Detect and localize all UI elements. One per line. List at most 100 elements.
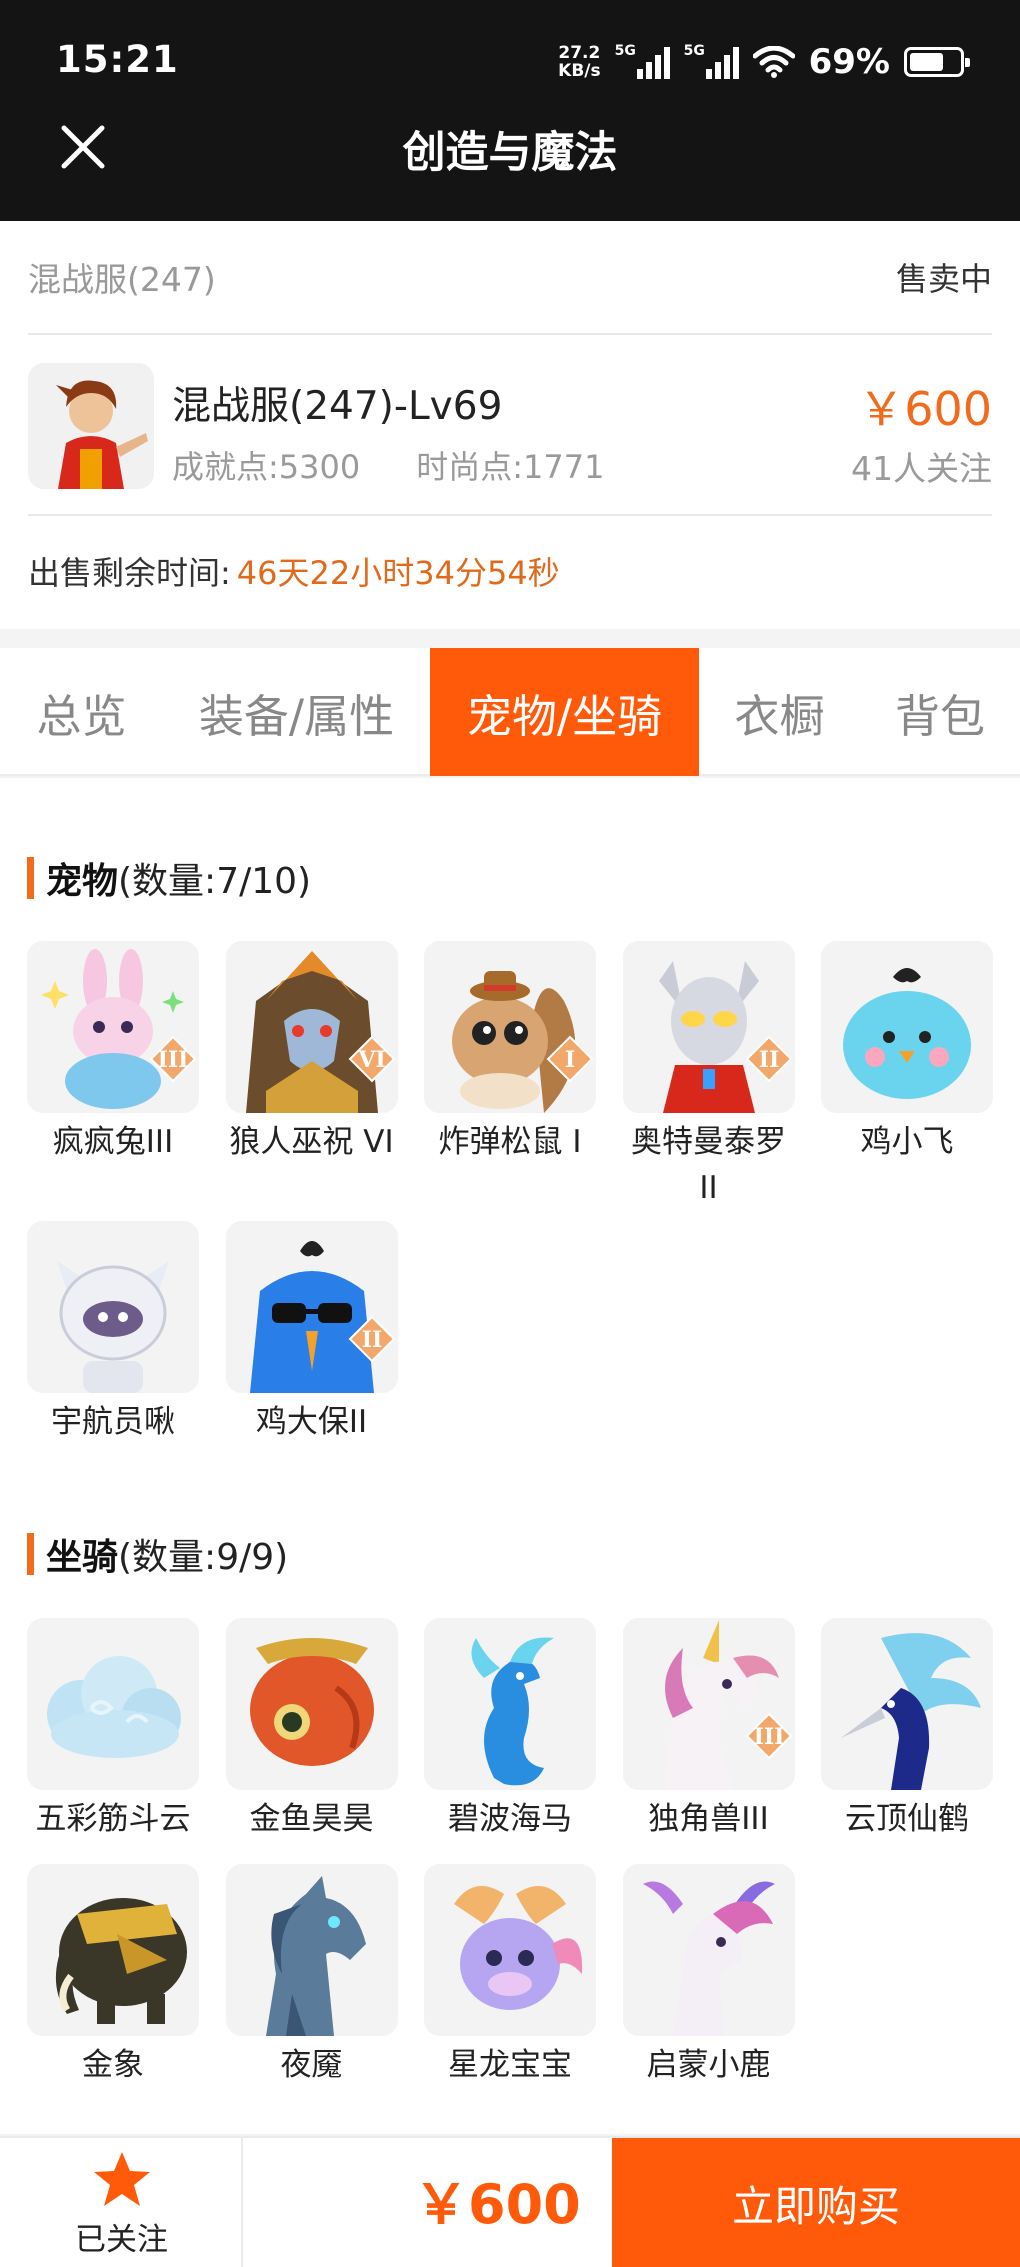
tab-backpack[interactable]: 背包 xyxy=(860,648,1020,776)
top-bar: 15:21 27.2 KB/s 5G 5G 69% 创造与魔法 xyxy=(0,0,1020,221)
tab-pets-mounts[interactable]: 宠物/坐骑 xyxy=(430,648,699,776)
mount-item[interactable]: 星龙宝宝 xyxy=(424,1864,596,2088)
pet-item[interactable]: I 炸弹松鼠 I xyxy=(424,941,596,1211)
mount-item[interactable]: 夜魇 xyxy=(225,1864,398,2088)
squirrel-icon: I xyxy=(424,941,596,1113)
pet-item[interactable]: 鸡小飞 xyxy=(821,941,993,1211)
item-name: 狼人巫祝 VI xyxy=(229,1124,394,1160)
nightmare-horse-icon xyxy=(225,1864,398,2036)
mount-item[interactable]: III 独角兽III xyxy=(622,1618,795,1842)
timer-label: 出售剩余时间: xyxy=(28,554,231,592)
unicorn-icon: III xyxy=(622,1618,795,1790)
chick-icon xyxy=(821,941,993,1113)
item-name: 金象 xyxy=(82,2047,144,2083)
mount-item[interactable]: 云顶仙鹤 xyxy=(821,1618,993,1842)
pets-grid: III 疯疯兔III VI 狼人巫祝 VI I 炸弹松鼠 I II 奥特曼泰罗II 鸡小飞 宇航员… xyxy=(27,941,993,1445)
item-name: 鸡大保II xyxy=(255,1404,368,1440)
character-row[interactable]: 混战服(247)-Lv69 成就点:5300 时尚点:1771 ￥600 41人… xyxy=(28,335,992,516)
pet-item[interactable]: III 疯疯兔III xyxy=(27,941,199,1211)
star-icon xyxy=(94,2152,150,2206)
follow-button[interactable]: 已关注 xyxy=(0,2138,243,2267)
pets-count: (数量:7/10) xyxy=(118,861,312,902)
crane-icon xyxy=(821,1618,993,1790)
status-icons: 27.2 KB/s 5G 5G 69% xyxy=(558,40,970,84)
item-name: 云顶仙鹤 xyxy=(845,1801,969,1837)
svg-text:II: II xyxy=(758,1047,779,1073)
tab-bar: 总览 装备/属性 宠物/坐骑 衣橱 背包 xyxy=(0,648,1020,776)
item-name: 启蒙小鹿 xyxy=(646,2047,771,2083)
seahorse-icon xyxy=(424,1618,596,1790)
item-name: 碧波海马 xyxy=(448,1801,572,1837)
signal-icon: 5G xyxy=(615,43,670,79)
listing-price: ￥600 xyxy=(858,382,992,436)
signal-icon: 5G xyxy=(684,43,739,79)
listing-info: 混战服(247) 售卖中 混战服(247)-Lv69 成就点:5300 时尚点:… xyxy=(0,221,1020,629)
page-title: 创造与魔法 xyxy=(402,128,618,178)
bottom-price: ￥600 xyxy=(414,2173,581,2236)
item-name: 鸡小飞 xyxy=(860,1124,954,1160)
sale-status: 售卖中 xyxy=(895,260,992,298)
item-name: 奥特曼泰罗II xyxy=(631,1124,786,1206)
pet-item[interactable]: VI 狼人巫祝 VI xyxy=(225,941,398,1211)
fashion-points: 时尚点:1771 xyxy=(416,448,605,486)
chicken-icon: II xyxy=(225,1221,398,1393)
mounts-grid: 五彩筋斗云 金鱼昊昊 碧波海马 III 独角兽III 云顶仙鹤金象 夜魇 星龙宝宝 启蒙小鹿 xyxy=(27,1618,993,2088)
mount-item[interactable]: 启蒙小鹿 xyxy=(622,1864,795,2088)
net-speed: 27.2 KB/s xyxy=(558,43,601,81)
item-name: 炸弹松鼠 I xyxy=(438,1124,582,1160)
battery-icon xyxy=(904,47,970,77)
bottom-bar: 已关注 ￥600 立即购买 xyxy=(0,2136,1020,2267)
character-stats: 成就点:5300 时尚点:1771 xyxy=(172,442,604,488)
mount-item[interactable]: 金鱼昊昊 xyxy=(225,1618,398,1842)
tab-wardrobe[interactable]: 衣橱 xyxy=(699,648,860,776)
pets-heading: 宠物 (数量:7/10) xyxy=(27,852,311,904)
svg-text:III: III xyxy=(753,1724,784,1750)
item-name: 星龙宝宝 xyxy=(448,2047,572,2083)
cloud-icon xyxy=(27,1618,199,1790)
mounts-heading: 坐骑 (数量:9/9) xyxy=(27,1528,288,1580)
sale-timer: 出售剩余时间: 46天22小时34分54秒 xyxy=(28,516,560,626)
section-bar xyxy=(27,1533,34,1575)
item-name: 五彩筋斗云 xyxy=(35,1801,191,1837)
mount-item[interactable]: 五彩筋斗云 xyxy=(27,1618,199,1842)
pets-title: 宠物 xyxy=(46,861,119,902)
item-name: 宇航员啾 xyxy=(51,1404,175,1440)
achievement-points: 成就点:5300 xyxy=(172,448,361,486)
section-bar xyxy=(27,857,34,899)
item-name: 金鱼昊昊 xyxy=(249,1801,374,1837)
astronaut-icon xyxy=(27,1221,199,1393)
wifi-icon xyxy=(752,46,795,78)
mounts-title: 坐骑 xyxy=(46,1537,119,1578)
werewolf-icon: VI xyxy=(225,941,398,1113)
tab-overview[interactable]: 总览 xyxy=(0,648,163,776)
svg-text:VI: VI xyxy=(357,1047,385,1073)
character-avatar xyxy=(28,363,154,489)
pet-item[interactable]: 宇航员啾 xyxy=(27,1221,199,1445)
svg-text:II: II xyxy=(361,1327,382,1353)
pet-item[interactable]: II 鸡大保II xyxy=(225,1221,398,1445)
ultraman-icon: II xyxy=(622,941,795,1113)
mount-item[interactable]: 金象 xyxy=(27,1864,199,2088)
rabbit-icon: III xyxy=(27,941,199,1113)
item-name: 夜魇 xyxy=(280,2047,343,2083)
character-name: 混战服(247)-Lv69 xyxy=(172,384,503,429)
item-name: 疯疯兔III xyxy=(52,1124,174,1160)
svg-text:III: III xyxy=(158,1047,189,1073)
status-time: 15:21 xyxy=(56,38,179,81)
tab-equipment[interactable]: 装备/属性 xyxy=(163,648,430,776)
server-label: 混战服(247) xyxy=(28,260,216,299)
buy-now-button[interactable]: 立即购买 xyxy=(612,2138,1020,2267)
pets-mounts-panel: 宠物 (数量:7/10) III 疯疯兔III VI 狼人巫祝 VI I 炸弹松鼠 I II… xyxy=(0,778,1020,2134)
timer-value: 46天22小时34分54秒 xyxy=(236,554,560,592)
battery-percent: 69% xyxy=(808,42,890,82)
follow-label: 已关注 xyxy=(75,2222,168,2258)
server-row: 混战服(247) 售卖中 xyxy=(28,221,992,335)
pet-item[interactable]: II 奥特曼泰罗II xyxy=(622,941,795,1211)
elephant-icon xyxy=(27,1864,199,2036)
goldfish-icon xyxy=(225,1618,398,1790)
follower-count: 41人关注 xyxy=(851,449,992,488)
mounts-count: (数量:9/9) xyxy=(118,1537,289,1578)
deer-icon xyxy=(622,1864,795,2036)
mount-item[interactable]: 碧波海马 xyxy=(424,1618,596,1842)
baby-dragon-icon xyxy=(424,1864,596,2036)
